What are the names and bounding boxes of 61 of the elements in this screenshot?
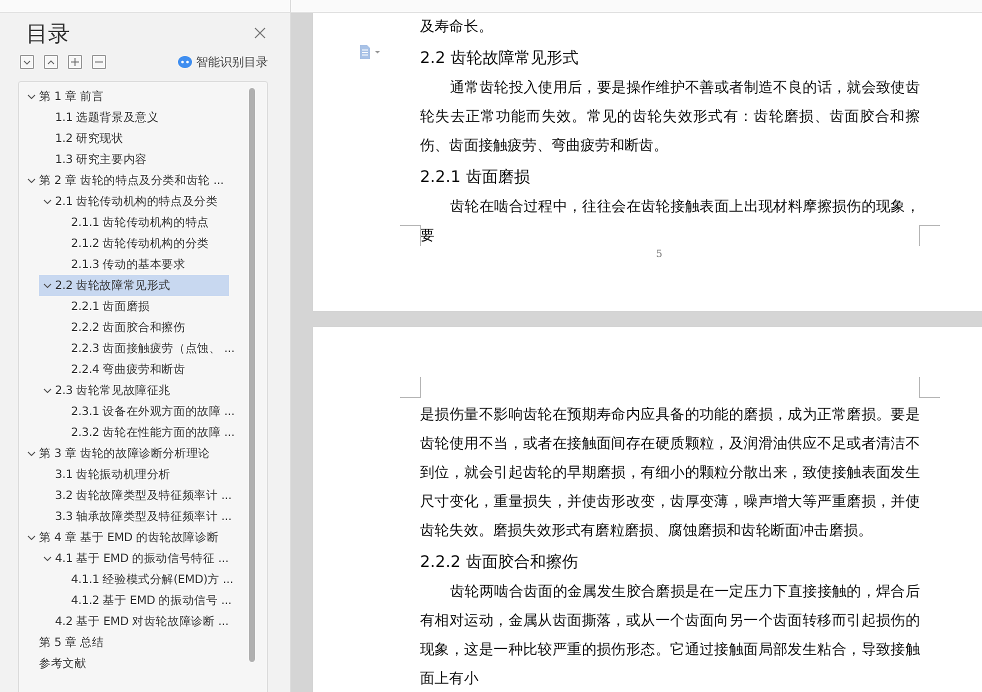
toc-item[interactable]: 2.1.1 齿轮传动机构的特点	[55, 212, 229, 233]
toc-item[interactable]: 2.1 齿轮传动机构的特点及分类	[39, 191, 229, 212]
toc-item[interactable]: 2.1.3 传动的基本要求	[55, 254, 229, 275]
toc-item[interactable]: 2.3.1 设备在外观方面的故障 ...	[55, 401, 235, 422]
toc-item[interactable]: 1.3 研究主要内容	[39, 149, 229, 170]
section-heading: 2.2.2 齿面胶合和擦伤	[420, 551, 579, 573]
plus-icon	[71, 58, 79, 66]
page-corner-mark	[919, 225, 940, 246]
chevron-down-icon[interactable]	[26, 178, 36, 184]
toc-item[interactable]: 第 3 章 齿轮的故障诊断分析理论	[23, 443, 229, 464]
toc-item[interactable]: 第 2 章 齿轮的特点及分类和齿轮 ...	[23, 170, 229, 191]
toc-item[interactable]: 4.2 基于 EMD 对齿轮故障诊断 ...	[39, 611, 229, 632]
page-corner-mark	[400, 377, 421, 398]
toc-item[interactable]: 3.1 齿轮振动机理分析	[39, 464, 229, 485]
chevron-down-icon[interactable]	[26, 94, 36, 100]
body-paragraph: 是损伤量不影响齿轮在预期寿命内应具备的功能的磨损，成为正常磨损。要是齿轮使用不当，或者在接触面间存在硬质颗粒，及润滑油供应不足或者清洁不到位，就会引起齿轮的早期磨损，有细小的颗粒分散出来，致使接触表面发生尺寸变化，重量损失，并使齿形改变，齿厚变薄，噪声增大等严重磨损，并使齿轮失效。磨损失效形式有磨粒磨损、腐蚀磨损和齿轮断面冲击磨损。	[420, 406, 920, 541]
expand-all-button[interactable]	[68, 55, 82, 69]
toc-item[interactable]: 4.1.1 经验模式分解(EMD)方 ...	[55, 569, 234, 590]
chevron-up-icon	[47, 60, 55, 64]
section-heading: 2.2.1 齿面磨损	[420, 166, 531, 188]
chevron-down-icon	[23, 60, 31, 64]
section-heading: 2.2 齿轮故障常见形式	[420, 47, 580, 69]
toc-item[interactable]: 2.2.3 齿面接触疲劳（点蚀、 ...	[55, 338, 235, 359]
toc-item[interactable]: 2.1.2 齿轮传动机构的分类	[55, 233, 229, 254]
toc-item[interactable]: 2.2.1 齿面磨损	[55, 296, 229, 317]
chevron-down-icon[interactable]	[26, 534, 36, 540]
chevron-down-icon[interactable]	[26, 450, 36, 456]
scrollbar-thumb[interactable]	[249, 88, 255, 662]
chevron-down-icon[interactable]	[42, 556, 52, 562]
page-corner-mark	[400, 225, 421, 246]
collapse-up-button[interactable]	[44, 55, 58, 69]
chevron-down-icon[interactable]	[42, 198, 52, 204]
toc-item[interactable]: 参考文献	[23, 653, 229, 674]
toc-item[interactable]: 第 5 章 总结	[23, 632, 229, 653]
expand-down-button[interactable]	[20, 55, 34, 69]
toc-item[interactable]: 2.3.2 齿轮在性能方面的故障 ...	[55, 422, 235, 443]
smart-toc-button[interactable]: 智能识别目录	[178, 54, 268, 70]
toc-item[interactable]: 2.2.2 齿面胶合和擦伤	[55, 317, 229, 338]
toc-item[interactable]: 第 4 章 基于 EMD 的齿轮故障诊断	[23, 527, 229, 548]
close-icon[interactable]	[254, 27, 268, 41]
body-paragraph: 齿轮在啮合过程中，往往会在齿轮接触表面上出现材料摩擦损伤的现象，要	[420, 198, 920, 246]
toc-item[interactable]: 4.1 基于 EMD 的振动信号特征 ...	[39, 548, 229, 569]
toc-item[interactable]: 1.1 选题背景及意义	[39, 107, 229, 128]
body-paragraph: 齿轮两啮合齿面的金属发生胶合磨损是在一定压力下直接接触的，焊合后有相对运动，金属从齿面撕落，或从一个齿面向另一个齿面转移而引起损伤的现象，这是一种比较严重的损伤形态。它通过接触面局部发生粘合，导致接触面上有小	[420, 582, 920, 689]
robot-icon	[178, 56, 192, 68]
toc-item[interactable]: 3.2 齿轮故障类型及特征频率计 ...	[39, 485, 232, 506]
toc-item[interactable]: 2.2 齿轮故障常见形式	[39, 275, 229, 296]
toc-item[interactable]: 3.3 轴承故障类型及特征频率计 ...	[39, 506, 232, 527]
toc-item[interactable]: 1.2 研究现状	[39, 128, 229, 149]
toc-item[interactable]: 4.1.2 基于 EMD 的振动信号 ...	[55, 590, 232, 611]
toc-item[interactable]: 第 1 章 前言	[23, 86, 229, 107]
panel-title: 目录	[26, 21, 70, 49]
toc-item[interactable]: 2.2.4 弯曲疲劳和断齿	[55, 359, 229, 380]
body-paragraph: 及寿命长。	[420, 18, 494, 37]
page-number: 5	[656, 249, 662, 260]
chevron-down-icon[interactable]	[42, 388, 52, 394]
collapse-all-button[interactable]	[92, 55, 106, 69]
page-corner-mark	[919, 377, 940, 398]
chevron-down-icon[interactable]	[42, 282, 52, 288]
body-paragraph: 通常齿轮投入使用后，要是操作维护不善或者制造不良的话，就会致使齿轮失去正常功能而失效。常见的齿轮失效形式有：齿轮磨损、齿面胶合和擦伤、齿面接触疲劳、弯曲疲劳和断齿。	[420, 78, 920, 156]
toc-item[interactable]: 2.3 齿轮常见故障征兆	[39, 380, 229, 401]
